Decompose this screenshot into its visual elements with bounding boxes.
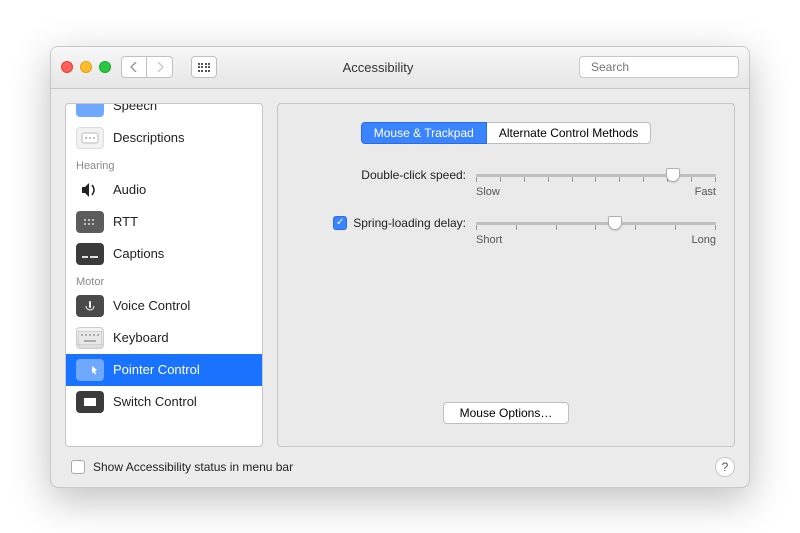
sidebar-item-label: Descriptions (113, 130, 185, 145)
double-click-speed-row: Double-click speed: Slow Fast (296, 168, 716, 198)
close-window-button[interactable] (61, 61, 73, 73)
sidebar-item-descriptions[interactable]: Descriptions (66, 122, 262, 154)
section-header-motor: Motor (66, 270, 262, 290)
tab-group: Mouse & Trackpad Alternate Control Metho… (296, 122, 716, 144)
sidebar-item-label: Voice Control (113, 298, 190, 313)
slider-min-label: Slow (476, 186, 500, 198)
keyboard-icon (76, 327, 104, 349)
spring-loading-row: Spring-loading delay: Short Long (296, 216, 716, 246)
show-all-button[interactable] (191, 56, 217, 78)
zoom-window-button[interactable] (99, 61, 111, 73)
captions-icon (76, 243, 104, 265)
sidebar-item-label: Pointer Control (113, 362, 200, 377)
help-button[interactable]: ? (715, 457, 735, 477)
spring-loading-label: Spring-loading delay: (353, 216, 466, 230)
spring-loading-checkbox[interactable] (333, 216, 347, 230)
sidebar-item-rtt[interactable]: RTT (66, 206, 262, 238)
search-field[interactable] (579, 56, 739, 78)
grid-icon (198, 63, 211, 72)
sidebar-item-label: Speech (113, 103, 157, 114)
spring-loading-slider[interactable] (476, 216, 716, 230)
sidebar-item-label: Keyboard (113, 330, 169, 345)
sidebar-item-label: Audio (113, 182, 146, 197)
voice-control-icon (76, 295, 104, 317)
show-status-label: Show Accessibility status in menu bar (93, 460, 293, 474)
section-header-hearing: Hearing (66, 154, 262, 174)
switch-control-icon (76, 391, 104, 413)
footer: Show Accessibility status in menu bar ? (51, 447, 749, 487)
double-click-speed-slider[interactable] (476, 168, 716, 182)
audio-icon (76, 179, 104, 201)
show-status-checkbox[interactable] (71, 460, 85, 474)
window-controls (61, 61, 111, 73)
sidebar-item-keyboard[interactable]: Keyboard (66, 322, 262, 354)
titlebar: Accessibility (51, 47, 749, 89)
nav-buttons (121, 56, 173, 78)
minimize-window-button[interactable] (80, 61, 92, 73)
chevron-right-icon (156, 62, 164, 72)
mouse-options-button[interactable]: Mouse Options… (443, 402, 570, 424)
sidebar-item-label: Captions (113, 246, 164, 261)
sidebar-item-speech[interactable]: Speech (66, 103, 262, 122)
sidebar-item-pointer-control[interactable]: Pointer Control (66, 354, 262, 386)
sidebar-item-switch-control[interactable]: Switch Control (66, 386, 262, 418)
back-button[interactable] (121, 56, 147, 78)
tab-alternate-control[interactable]: Alternate Control Methods (487, 122, 651, 144)
pointer-control-icon (76, 359, 104, 381)
search-input[interactable] (591, 60, 746, 74)
sidebar-item-audio[interactable]: Audio (66, 174, 262, 206)
chevron-left-icon (130, 62, 138, 72)
prefs-window: Accessibility Speech Descriptions Hearin… (50, 46, 750, 488)
sidebar-item-label: Switch Control (113, 394, 197, 409)
tab-mouse-trackpad[interactable]: Mouse & Trackpad (361, 122, 487, 144)
settings-pane: Mouse & Trackpad Alternate Control Metho… (277, 103, 735, 447)
window-title: Accessibility (227, 60, 569, 75)
forward-button[interactable] (147, 56, 173, 78)
descriptions-icon (76, 127, 104, 149)
slider-max-label: Fast (695, 186, 716, 198)
double-click-speed-label: Double-click speed: (361, 168, 466, 182)
sidebar[interactable]: Speech Descriptions Hearing Audio RTT (65, 103, 263, 447)
sidebar-item-captions[interactable]: Captions (66, 238, 262, 270)
sidebar-item-voice-control[interactable]: Voice Control (66, 290, 262, 322)
slider-max-label: Long (692, 234, 716, 246)
sidebar-item-label: RTT (113, 214, 138, 229)
speech-icon (76, 103, 104, 117)
content-area: Speech Descriptions Hearing Audio RTT (51, 89, 749, 447)
rtt-icon (76, 211, 104, 233)
slider-min-label: Short (476, 234, 502, 246)
